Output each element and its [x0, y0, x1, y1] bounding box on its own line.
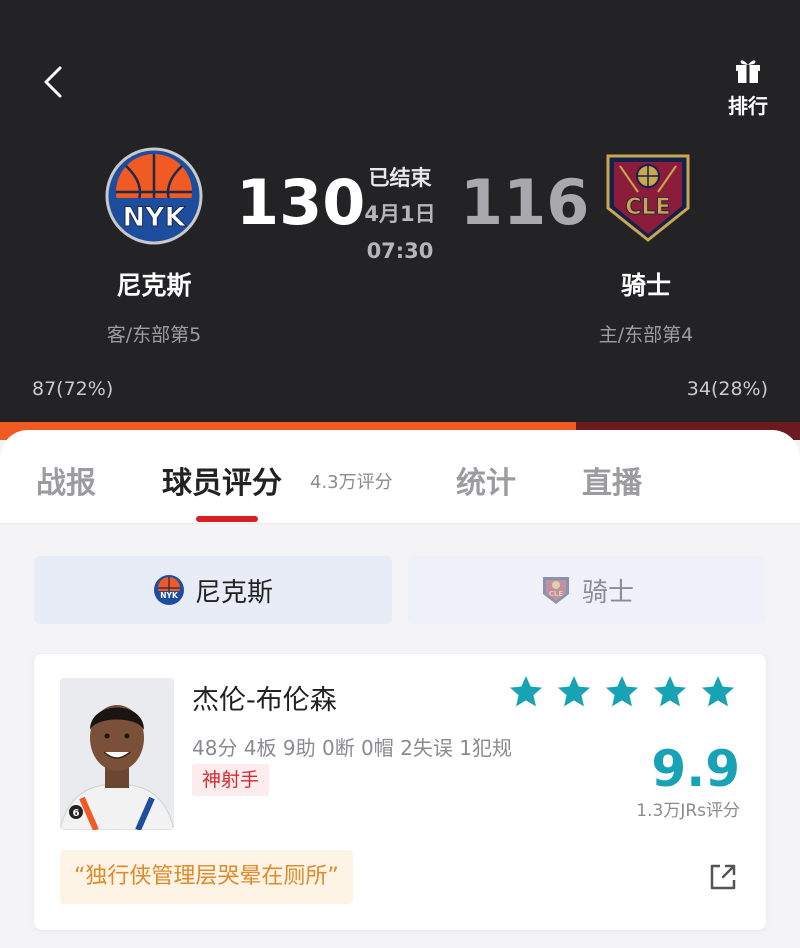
star-icon[interactable]: [508, 674, 544, 710]
player-rating-score: 9.9: [651, 740, 740, 798]
away-team-name: 骑士: [620, 271, 671, 300]
cavaliers-logo[interactable]: CLE: [598, 146, 698, 246]
star-icon[interactable]: [556, 674, 592, 710]
game-date: 4月1日: [364, 202, 436, 226]
ranking-label: 排行: [728, 94, 768, 118]
cavaliers-logo-text: CLE: [625, 195, 670, 220]
tab-stats[interactable]: 统计: [456, 458, 516, 502]
game-status-text: 已结束: [368, 166, 432, 190]
chevron-left-icon: [44, 66, 62, 98]
away-score: 116: [460, 166, 590, 239]
svg-text:NYK: NYK: [160, 591, 179, 600]
back-button[interactable]: [36, 62, 76, 102]
home-team-rank: 客/东部第5: [106, 324, 202, 346]
team-switch-cavaliers[interactable]: CLE 骑士: [408, 556, 766, 624]
gift-icon: [736, 60, 760, 83]
tab-ratings[interactable]: 球员评分: [162, 458, 282, 502]
star-icon[interactable]: [652, 674, 688, 710]
home-team-name: 尼克斯: [116, 271, 192, 300]
player-rating-card[interactable]: 6 杰伦-布伦森 48分 4板 9助 0断 0帽 2失误 1犯规 神射手 9.9…: [34, 654, 766, 930]
team-switch-cavaliers-label: 骑士: [581, 577, 634, 608]
team-switch-knicks-label: 尼克斯: [194, 577, 273, 608]
ratings-count: 4.3万评分: [310, 472, 393, 493]
knicks-logo-text: NYK: [122, 202, 186, 233]
share-button[interactable]: [706, 860, 740, 894]
active-tab-indicator: [196, 516, 258, 522]
player-stat-line: 48分 4板 9助 0断 0帽 2失误 1犯规: [192, 736, 512, 760]
game-status: 已结束 4月1日 07:30: [340, 162, 460, 268]
away-team-rank: 主/东部第4: [598, 324, 694, 346]
team-switch-knicks[interactable]: NYK 尼克斯: [34, 556, 392, 624]
tab-report[interactable]: 战报: [36, 458, 96, 502]
tab-live[interactable]: 直播: [582, 458, 642, 502]
knicks-logo[interactable]: NYK: [104, 146, 204, 246]
player-tag-badge: 神射手: [192, 764, 270, 796]
cavaliers-mini-logo-icon: CLE: [542, 577, 569, 604]
player-rating-count: 1.3万JRs评分: [636, 801, 740, 821]
tab-bar: 战报 球员评分 4.3万评分 统计 直播: [0, 430, 800, 524]
star-icon[interactable]: [604, 674, 640, 710]
svg-text:CLE: CLE: [549, 590, 564, 598]
featured-comment[interactable]: “独行侠管理层哭晕在厕所”: [60, 850, 353, 904]
knicks-mini-logo-icon: NYK: [153, 575, 184, 605]
player-name: 杰伦-布伦森: [192, 685, 337, 716]
share-icon: [710, 864, 736, 890]
game-header: 排行 NYK 130 已结束 4月1日 07:30 116 CLE 尼克斯 骑士…: [0, 0, 800, 440]
player-photo: 6: [60, 678, 174, 830]
home-vote: 87(72%): [32, 378, 114, 400]
star-icon[interactable]: [700, 674, 736, 710]
away-vote: 34(28%): [686, 378, 768, 400]
ranking-button[interactable]: 排行: [724, 56, 772, 119]
jersey-number: 6: [73, 808, 80, 819]
game-time: 07:30: [366, 239, 434, 263]
star-rating[interactable]: [508, 674, 736, 710]
